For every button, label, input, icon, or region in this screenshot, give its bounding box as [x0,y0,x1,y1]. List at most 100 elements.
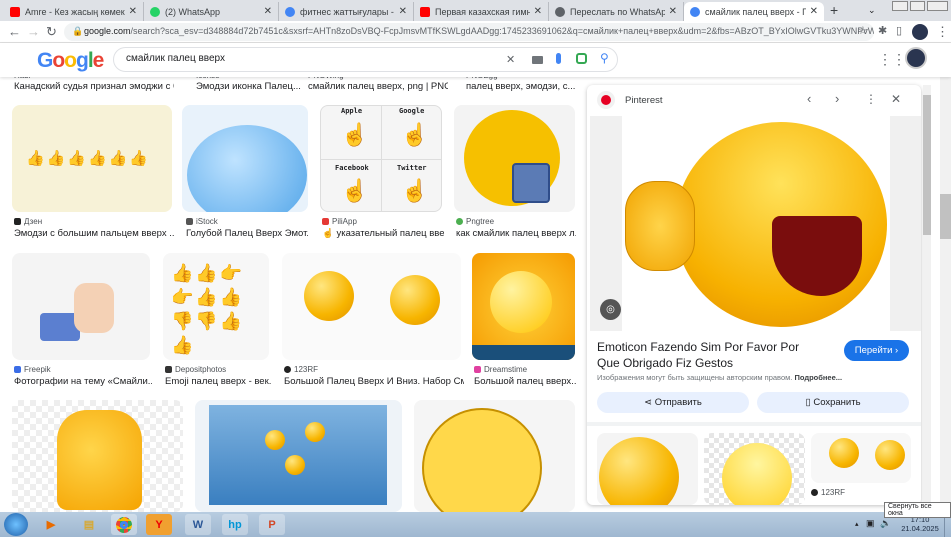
minimize-button[interactable] [892,1,908,11]
close-tab-icon[interactable]: ✕ [669,6,677,17]
result-image-smiley-like[interactable] [454,105,575,212]
google-logo[interactable]: Google [37,49,104,73]
result-caption[interactable]: как смайлик палец вверх л... [456,228,576,239]
lens-icon[interactable] [576,53,587,64]
tab-gymnastics[interactable]: Первая казахская гимнастика✕ [414,2,549,21]
yandex-icon[interactable]: Y [146,514,172,535]
visit-button[interactable]: Перейти › [844,340,909,361]
result-caption[interactable]: Голубой Палец Вверх Эмот... [186,228,308,239]
url-input[interactable]: 🔒 google.com/search?sca_esv=d348884d72b74… [64,23,874,41]
result-caption[interactable]: ☝ указательный палец вверх [322,228,444,239]
smiley-balloon [305,422,325,442]
reload-icon[interactable]: ↻ [46,24,57,40]
forward-icon[interactable]: → [27,24,40,39]
panel-title[interactable]: Emoticon Fazendo Sim Por Favor Por Que O… [597,339,817,371]
media-player-icon[interactable]: ▶ [38,514,64,535]
result-image-skin-tones[interactable]: 👍👍👍👍👍👍 [12,105,172,212]
result-caption[interactable]: Фотографии на тему «Смайли... [14,376,152,387]
preview-image[interactable]: ◎ [590,116,921,331]
result-image-blue-smiley[interactable] [182,105,308,212]
tab-whatsapp[interactable]: (2) WhatsApp ✕ [144,2,279,21]
like-icon [512,163,550,203]
result-caption[interactable]: Эмодзи иконка Палец... [196,81,316,92]
close-tab-icon[interactable]: ✕ [810,6,818,17]
tab-forward-whatsapp[interactable]: Переслать по WhatsApp ✕ [549,2,684,21]
result-image-big-thumb[interactable] [12,400,183,512]
result-image-hand-thumbs-up[interactable] [12,253,150,360]
result-image-pointing-finger[interactable]: Apple Google Facebook Twitter ☝ ☝ ☝ ☝ [320,105,442,212]
close-tab-icon[interactable]: ✕ [129,6,137,17]
google-header: Google смайлик палец вверх ✕ ⚲ ⋮⋮ [0,43,951,77]
share-button[interactable]: ⋖ Отправить [597,392,749,413]
result-caption[interactable]: палец вверх, эмодзи, с... [466,81,576,92]
tab-smiley-search[interactable]: смайлик палец вверх - Поиск✕ [684,2,824,21]
result-image-emoji-set[interactable]: 👍👍👉👉👍👍👎👎👍👍 [163,253,269,360]
banner [472,345,575,360]
more-options-icon[interactable]: ⋮ [865,92,877,106]
result-caption[interactable]: Большой Палец Вверх И Вниз. Набор См... [284,376,464,387]
search-icon[interactable]: ⚲ [600,51,609,65]
close-tab-icon[interactable]: ✕ [399,6,407,17]
result-caption[interactable]: Emoji палец вверх - век... [165,376,271,387]
restore-button[interactable] [909,1,926,11]
chrome-icon[interactable] [111,514,137,535]
winking-smiley-image [490,271,552,333]
next-icon[interactable]: › [835,91,839,106]
apps-grid-icon[interactable]: ⋮⋮ [878,51,906,68]
file-explorer-icon[interactable]: ▤ [76,514,102,535]
word-icon[interactable]: W [185,514,211,535]
pointing-finger-icon: ☝ [401,122,429,147]
result-image-thumb-smiley[interactable] [414,400,575,512]
search-input[interactable]: смайлик палец вверх ✕ ⚲ [113,47,618,72]
account-avatar[interactable] [905,47,927,69]
clear-icon[interactable]: ✕ [506,53,515,66]
result-image-winking[interactable] [472,253,575,360]
panel-scrollbar[interactable] [923,85,931,505]
powerpoint-icon[interactable]: P [259,514,285,535]
close-tab-icon[interactable]: ✕ [264,6,272,17]
menu-icon[interactable]: ⋮ [936,24,949,40]
save-button[interactable]: ▯ Сохранить [757,392,909,413]
lens-icon[interactable]: ◎ [600,299,621,320]
profile-avatar[interactable] [912,24,928,40]
tray-expand-icon[interactable]: ▴ [855,520,859,528]
result-image-up-down[interactable] [282,253,461,360]
smiley-image [599,437,679,505]
result-caption[interactable]: смайлик палец вверх, png | PNG... [308,81,448,92]
related-image[interactable] [597,433,698,505]
related-image[interactable] [704,433,805,505]
volume-icon[interactable]: 🔈 [880,518,891,529]
back-icon[interactable]: ← [8,24,21,39]
previous-icon[interactable]: ‹ [807,91,811,106]
tab-amre[interactable]: Amre - Кез жасың көмектеспе✕ [4,2,144,21]
tab-fitness[interactable]: фитнес жаттығулары - Поиск✕ [279,2,414,21]
address-bar-row: ← → ↻ 🔒 google.com/search?sca_esv=d348884… [0,21,951,43]
smiley-balloon [285,455,305,475]
result-source: Freepik [14,365,51,374]
close-icon[interactable]: ✕ [891,92,901,106]
hp-icon[interactable]: hp [222,514,248,535]
close-window-button[interactable] [927,1,948,11]
start-button[interactable] [4,513,28,536]
result-caption[interactable]: Эмодзи с большим пальцем вверх ... [14,228,174,239]
side-panel-icon[interactable]: ▯ [896,24,902,37]
result-caption[interactable]: Канадский судья признал эмоджи с бо... [14,81,174,92]
extensions-icon[interactable]: ✱ [878,24,887,37]
mic-icon[interactable] [556,53,561,64]
tab-search-icon[interactable]: ⌄ [868,5,876,16]
keyboard-icon[interactable] [532,56,543,64]
result-image-balloons[interactable] [195,400,402,512]
result-caption[interactable]: Большой палец вверх... [474,376,577,387]
copyright-notice: Изображения могут быть защищены авторски… [597,373,843,382]
hand-image [74,283,114,333]
label-apple: Apple [341,107,363,115]
new-tab-button[interactable]: + [830,2,838,18]
more-link[interactable]: Подробнее... [794,373,842,382]
bookmark-star-icon[interactable]: ☆ [858,24,868,37]
panel-source[interactable]: Pinterest [625,95,663,106]
network-icon[interactable]: ▣ [866,518,875,529]
page-scrollbar[interactable] [940,44,951,512]
related-image[interactable] [811,433,911,483]
close-tab-icon[interactable]: ✕ [534,6,542,17]
result-source: PiliApp [322,217,357,226]
